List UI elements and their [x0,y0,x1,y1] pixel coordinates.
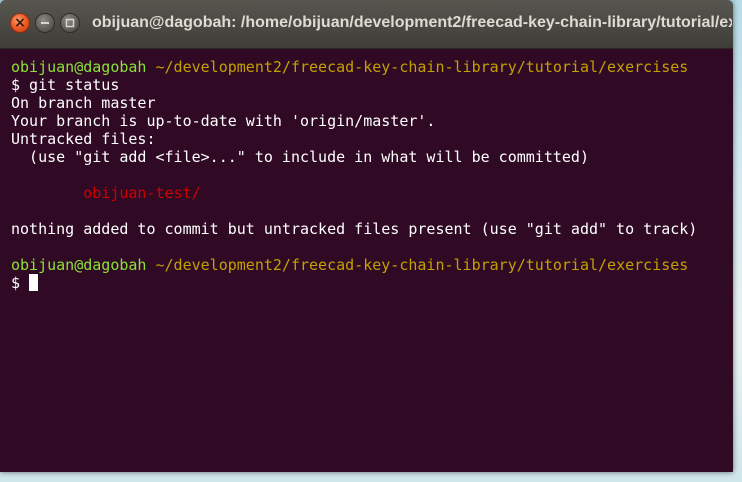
window-title: obijuan@dagobah: /home/obijuan/developme… [92,14,732,31]
command-line: $ git status [11,76,120,94]
output-line: Untracked files: [11,130,156,148]
untracked-line: obijuan-test/ [11,184,733,202]
maximize-icon [65,18,75,28]
prompt-line: obijuan@dagobah ~/development2/freecad-k… [11,256,733,274]
output-line: nothing added to commit but untracked fi… [11,220,698,238]
prompt-path: ~/development2/freecad-key-chain-library… [146,256,689,274]
terminal-output[interactable]: obijuan@dagobah ~/development2/freecad-k… [0,49,733,472]
text-cursor [29,274,39,291]
close-button[interactable]: × [10,13,30,33]
prompt-line: obijuan@dagobah ~/development2/freecad-k… [11,58,733,76]
minimize-button[interactable] [35,13,55,33]
untracked-file: obijuan-test/ [83,184,201,202]
close-icon: × [14,15,26,31]
output-line: Your branch is up-to-date with 'origin/m… [11,112,436,130]
prompt-symbol: $ [11,274,30,292]
terminal-window[interactable]: × obijuan@dagobah: /home/obijuan/develop… [0,0,733,472]
input-line[interactable]: $ [11,274,733,292]
prompt-path: ~/development2/freecad-key-chain-library… [146,58,689,76]
minimize-icon [41,22,49,24]
output-line: (use "git add <file>..." to include in w… [11,148,589,166]
maximize-button[interactable] [60,13,80,33]
titlebar[interactable]: × obijuan@dagobah: /home/obijuan/develop… [0,0,733,49]
output-line: On branch master [11,94,156,112]
prompt-user: obijuan@dagobah [11,58,147,76]
prompt-user: obijuan@dagobah [11,256,147,274]
